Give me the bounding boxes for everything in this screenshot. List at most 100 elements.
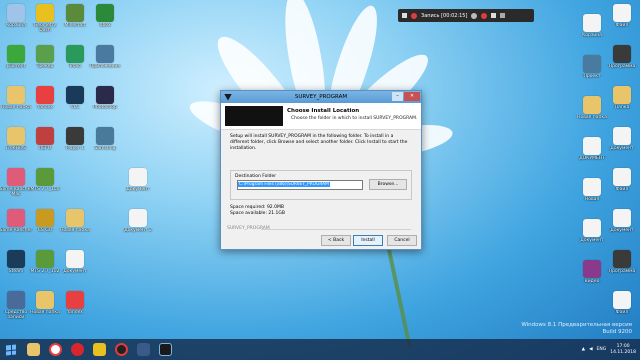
watermark-line1: Windows 8.1 Предварительная версия	[521, 322, 632, 328]
desktop-icon[interactable]: ЛЕГО	[31, 125, 59, 166]
taskbar-opera[interactable]	[66, 339, 88, 360]
desktop-icon[interactable]: Документ	[61, 248, 89, 289]
back-button[interactable]: < Back	[321, 235, 351, 246]
start-button[interactable]	[0, 339, 22, 360]
desktop-icon[interactable]: Средство записи	[2, 289, 30, 330]
desktop-icon[interactable]: Geometry Dash	[31, 2, 59, 43]
desktop-icon[interactable]: Документ	[578, 217, 606, 258]
desktop-icon[interactable]: Новая	[578, 176, 606, 217]
folder-icon	[66, 209, 84, 227]
minimize-button[interactable]: –	[392, 92, 403, 101]
watermark-line2: Build 9200	[602, 329, 632, 335]
volume-icon[interactable]: ◀	[589, 347, 592, 352]
cancel-button[interactable]: Cancel	[387, 235, 417, 246]
desktop-icon[interactable]: Папка	[608, 84, 636, 125]
desktop-icon[interactable]: Документ	[124, 166, 152, 207]
desktop-icon[interactable]: Steam	[2, 248, 30, 289]
installer-logo	[225, 106, 283, 126]
desktop-icon[interactable]: Программа	[608, 43, 636, 84]
desktop-icon[interactable]: Документ	[608, 125, 636, 166]
camera-icon[interactable]	[491, 13, 497, 18]
language-indicator[interactable]: ENG	[597, 347, 607, 352]
space-available: Space available: 21.1GB	[230, 211, 285, 216]
desktop-icon[interactable]: Файл	[608, 166, 636, 207]
desktop-icon[interactable]: Новая папка	[577, 94, 607, 135]
desktop-icon[interactable]: Player 1	[61, 125, 89, 166]
desktop-icon[interactable]: MTS 2.7_100	[31, 166, 59, 207]
minecraft-icon	[66, 4, 84, 22]
destination-path-input[interactable]: C:\Program Files (x86)\SURVEY_PROGRAM	[237, 180, 363, 190]
desktop-icon-label: Новая папка	[30, 310, 60, 315]
taskbar-explorer[interactable]	[22, 339, 44, 360]
network-icon[interactable]: ▲	[582, 347, 585, 352]
desktop-icon[interactable]: Документ 2	[124, 207, 152, 248]
desktop-icon[interactable]: Программа	[608, 248, 636, 289]
desktop-icon[interactable]: µTorrent	[2, 43, 30, 84]
desktop-icon[interactable]: Новая папка	[1, 84, 31, 125]
desktop-icon[interactable]: Проект	[578, 53, 606, 94]
taskbar-yandex[interactable]	[44, 339, 66, 360]
app-icon	[613, 250, 631, 268]
desktop-icon[interactable]: Корзина	[2, 2, 30, 43]
taskbar-installer[interactable]	[154, 339, 176, 360]
desktop-column-right-1: Корзина Проект Новая папка ДОКУМЕНТ Новая Док…	[577, 12, 607, 299]
desktop-icon[interactable]: Трекер	[31, 43, 59, 84]
destination-path-value: C:\Program Files (x86)\SURVEY_PROGRAM	[238, 182, 330, 187]
settings-icon[interactable]	[500, 13, 506, 18]
document-icon	[583, 137, 601, 155]
desktop-icon[interactable]: CS GO	[31, 207, 59, 248]
desktop-icon[interactable]: MTS 2.7_102	[31, 248, 59, 289]
app-icon	[96, 4, 114, 22]
app-icon	[36, 45, 54, 63]
desktop-icon[interactable]: FreeFileS	[2, 125, 30, 166]
taskbar-game[interactable]	[88, 339, 110, 360]
desktop-icon[interactable]: VLC	[61, 84, 89, 125]
document-icon	[613, 4, 631, 22]
record-button[interactable]	[481, 12, 488, 19]
desktop-icon-label: VLC	[70, 105, 80, 110]
install-button[interactable]: Install	[353, 235, 383, 246]
game-icon	[36, 168, 54, 186]
desktop-icon[interactable]: Документ	[608, 207, 636, 248]
desktop-icon[interactable]: Yandex	[31, 84, 59, 125]
record-icon[interactable]	[411, 12, 417, 19]
desktop-icon[interactable]: Slime Rancher	[0, 207, 32, 248]
desktop-icon-label: Новая	[584, 197, 600, 202]
game-icon	[36, 127, 54, 145]
desktop-icon[interactable]: Приложение	[90, 43, 120, 84]
desktop-icon-label: MTS 2.7_102	[30, 269, 60, 274]
desktop-icon[interactable]: Видео	[578, 258, 606, 299]
clock[interactable]: 17:00 14.11.2018	[610, 344, 636, 356]
desktop-icon[interactable]: Yandex	[61, 289, 89, 330]
installer-titlebar[interactable]: SURVEY_PROGRAM – ✕	[221, 91, 421, 103]
desktop-icon[interactable]: Xbox	[91, 2, 119, 43]
desktop-icon[interactable]: ДОКУМЕНТ	[578, 135, 606, 176]
desktop-icon-label: ДОКУМЕНТ	[579, 156, 605, 161]
app-icon	[136, 343, 150, 356]
stop-icon[interactable]	[402, 13, 407, 18]
desktop-icon[interactable]: Новая папка	[60, 207, 90, 248]
desktop-icon[interactable]: Trovo	[61, 43, 89, 84]
browse-button[interactable]: Browse...	[369, 179, 407, 190]
game-icon	[66, 127, 84, 145]
desktop-icon[interactable]: Новая папка	[30, 289, 60, 330]
game-icon	[36, 4, 54, 22]
desktop-icon-label: Yandex	[67, 310, 83, 315]
desktop-icon-label: Trovo	[68, 64, 81, 69]
close-button[interactable]: ✕	[404, 92, 420, 101]
document-icon	[613, 168, 631, 186]
desktop-icon[interactable]: Корзина	[578, 12, 606, 53]
taskbar-recorder[interactable]	[110, 339, 132, 360]
desktop-icon[interactable]: Файл	[608, 2, 636, 43]
desktop-icon[interactable]: Slime Rancher Mac	[0, 166, 32, 207]
recorder-timer: Запись [00:02:15]	[421, 12, 468, 19]
desktop-icon[interactable]: Photoshop	[91, 84, 119, 125]
folder-icon	[613, 86, 631, 104]
desktop-icon[interactable]: Samsung	[91, 125, 119, 166]
installer-subheading: Choose the folder in which to install SU…	[291, 116, 418, 121]
desktop-column-5: Документ Документ 2	[124, 2, 152, 248]
pause-icon[interactable]	[471, 12, 478, 19]
desktop-icon[interactable]: Minecraft	[61, 2, 89, 43]
installer-window: SURVEY_PROGRAM – ✕ Choose Install Locati…	[220, 90, 422, 250]
taskbar-app[interactable]	[132, 339, 154, 360]
